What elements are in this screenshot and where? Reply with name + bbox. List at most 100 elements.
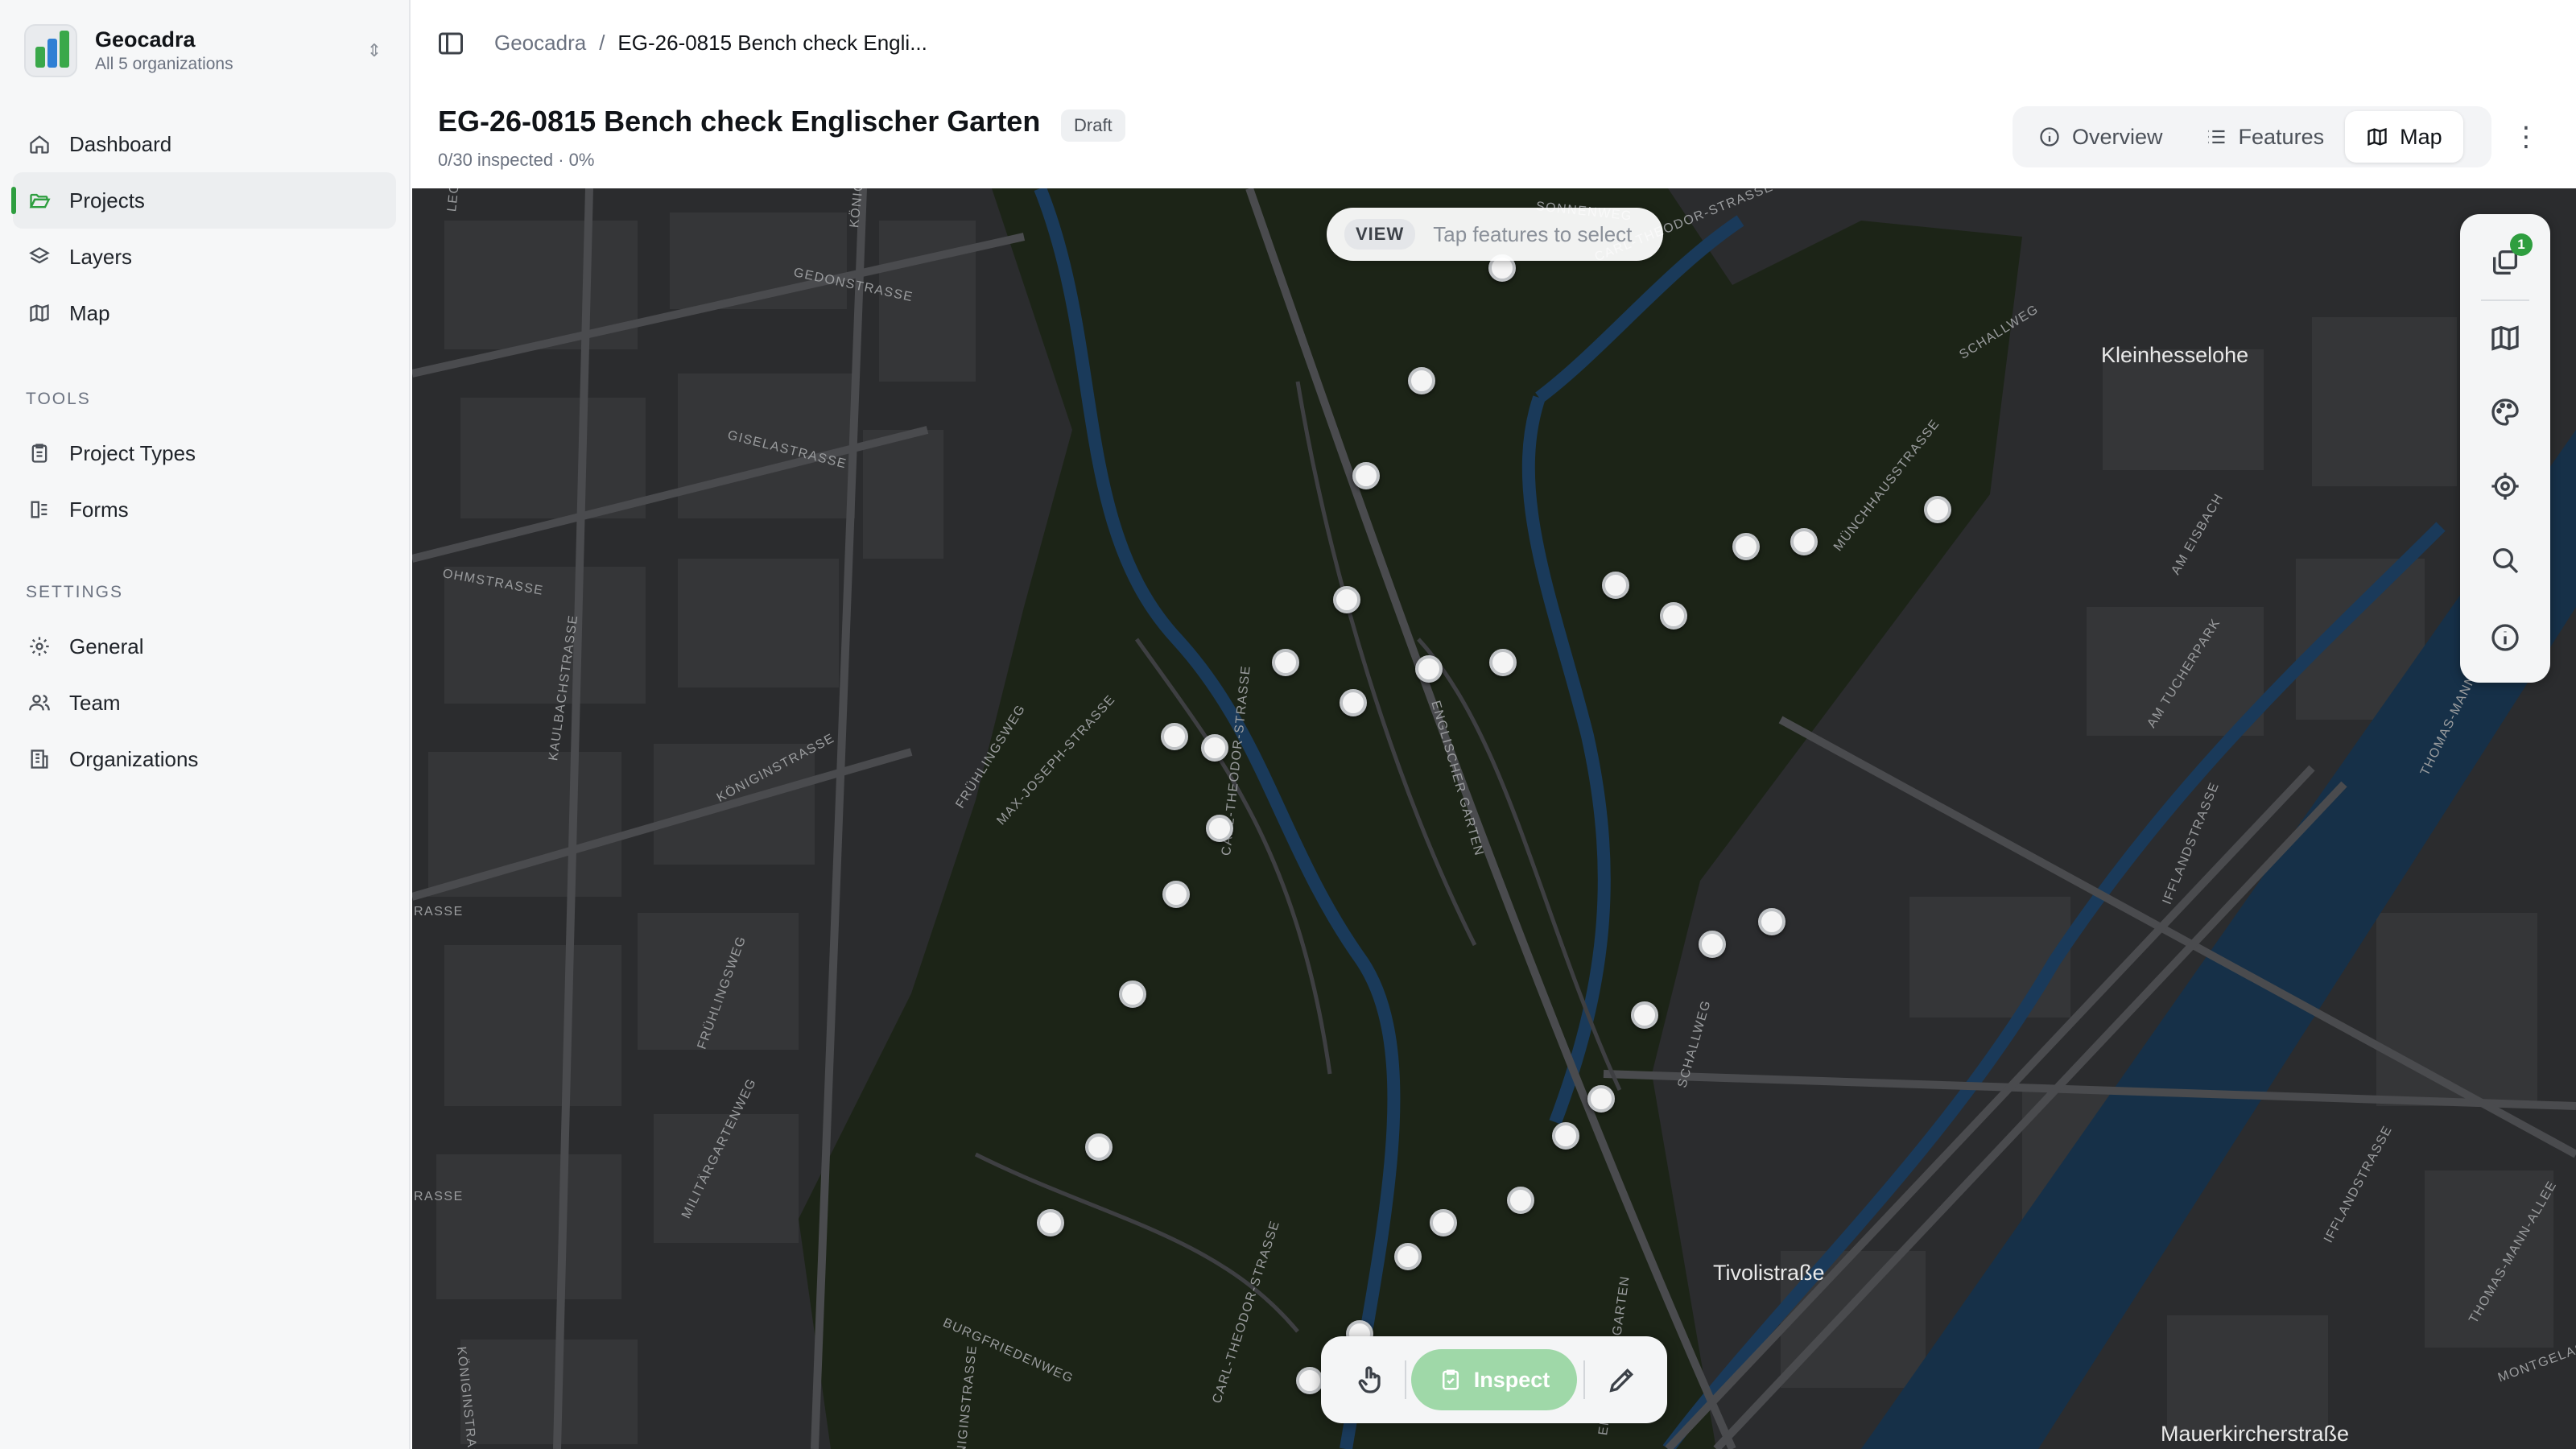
sidebar-item-map[interactable]: Map: [13, 285, 396, 341]
map-icon: [27, 301, 52, 325]
feature-marker[interactable]: [1201, 734, 1228, 762]
chevron-up-down-icon: ⇕: [366, 40, 382, 60]
feature-marker[interactable]: [1296, 1367, 1323, 1394]
edit-tool-button[interactable]: [1595, 1352, 1649, 1407]
feature-marker[interactable]: [1085, 1133, 1113, 1161]
palette-icon: [2491, 398, 2519, 426]
sidebar-item-project-types[interactable]: Project Types: [13, 425, 396, 481]
breadcrumb-root-link[interactable]: Geocadra: [494, 31, 586, 56]
street-label: RASSE: [414, 905, 464, 919]
gear-icon: [27, 634, 52, 658]
view-tabs: Overview Features Map: [2013, 106, 2491, 167]
feature-marker[interactable]: [1408, 367, 1435, 394]
locate-me-button[interactable]: [2481, 462, 2529, 510]
form-icon: [27, 497, 52, 522]
place-label-tivolistrasse: Tivolistraße: [1713, 1261, 1825, 1285]
feature-marker[interactable]: [1924, 496, 1951, 523]
feature-marker[interactable]: [1790, 528, 1818, 555]
mode-hint: Tap features to select: [1433, 221, 1633, 246]
organization-scope: All 5 organizations: [95, 55, 233, 73]
toolbar-divider: [1405, 1360, 1406, 1399]
feature-marker[interactable]: [1161, 723, 1188, 750]
page-title: EG-26-0815 Bench check Englischer Garten: [438, 105, 1041, 138]
more-options-icon[interactable]: ⋮: [2510, 121, 2542, 156]
sidebar-item-label: Map: [69, 300, 110, 325]
feature-marker[interactable]: [1732, 533, 1760, 560]
tab-map[interactable]: Map: [2345, 111, 2463, 163]
place-label-mauerkircherstrasse: Mauerkircherstraße: [2161, 1422, 2350, 1446]
sidebar-item-layers[interactable]: Layers: [13, 229, 396, 285]
pencil-icon: [1609, 1368, 1634, 1393]
search-icon: [2493, 548, 2519, 574]
main-nav: Dashboard Projects Layers Map: [11, 116, 396, 341]
feature-marker[interactable]: [1602, 572, 1629, 599]
toolbar-divider: [1583, 1360, 1585, 1399]
sidebar-item-forms[interactable]: Forms: [13, 481, 396, 538]
map-mode-indicator: VIEW Tap features to select: [1327, 208, 1663, 261]
tab-label: Overview: [2072, 124, 2163, 149]
sidebar-item-label: General: [69, 634, 144, 658]
map-info-button[interactable]: [2481, 613, 2529, 662]
info-icon: [2040, 127, 2059, 147]
layers-panel-button[interactable]: 1: [2481, 233, 2533, 287]
tab-label: Features: [2238, 124, 2325, 149]
geocadra-logo: [24, 24, 77, 77]
top-bar: Geocadra / EG-26-0815 Bench check Engli.…: [412, 0, 2576, 89]
sidebar-item-label: Forms: [69, 497, 129, 522]
sidebar-toggle-icon[interactable]: [436, 29, 465, 58]
feature-marker[interactable]: [1631, 1001, 1658, 1029]
sidebar-item-dashboard[interactable]: Dashboard: [13, 116, 396, 172]
feature-marker[interactable]: [1660, 602, 1687, 630]
map-icon: [2368, 128, 2387, 146]
feature-marker[interactable]: [1552, 1122, 1579, 1150]
inspection-progress: 0/30 inspected · 0%: [438, 150, 595, 170]
feature-marker[interactable]: [1507, 1187, 1534, 1214]
organization-name: Geocadra: [95, 27, 196, 52]
clipboard-check-icon: [1442, 1369, 1459, 1390]
feature-marker[interactable]: [1206, 815, 1233, 842]
breadcrumb-current: EG-26-0815 Bench check Engli...: [617, 31, 927, 55]
tab-label: Map: [2400, 124, 2442, 149]
building-icon: [27, 747, 52, 771]
sidebar-item-general[interactable]: General: [13, 618, 396, 675]
pan-tool-button[interactable]: [1344, 1352, 1398, 1407]
feature-marker[interactable]: [1587, 1085, 1615, 1113]
list-icon: [2207, 130, 2225, 144]
basemap-button[interactable]: [2481, 314, 2529, 362]
feature-marker[interactable]: [1162, 881, 1190, 908]
sidebar-item-label: Organizations: [69, 746, 199, 771]
feature-marker[interactable]: [1415, 655, 1443, 683]
tab-features[interactable]: Features: [2184, 111, 2346, 163]
tools-nav: Project Types Forms: [13, 425, 396, 538]
inspect-button[interactable]: Inspect: [1411, 1349, 1577, 1410]
folder-open-icon: [27, 188, 52, 213]
map-controls: 1: [2460, 214, 2550, 683]
feature-marker[interactable]: [1758, 908, 1785, 935]
feature-marker[interactable]: [1489, 649, 1517, 676]
organization-switcher[interactable]: Geocadra All 5 organizations ⇕: [24, 23, 386, 79]
breadcrumb-separator: /: [599, 31, 605, 55]
sidebar-item-organizations[interactable]: Organizations: [13, 731, 396, 787]
feature-marker[interactable]: [1333, 586, 1360, 613]
feature-marker[interactable]: [1037, 1209, 1064, 1236]
tab-overview[interactable]: Overview: [2017, 111, 2184, 163]
feature-marker[interactable]: [1272, 649, 1299, 676]
sidebar: Geocadra All 5 organizations ⇕ Dashboard…: [0, 0, 411, 1449]
sidebar-item-team[interactable]: Team: [13, 675, 396, 731]
feature-marker[interactable]: [1352, 462, 1380, 489]
map-canvas[interactable]: Kleinhesselohe Tivolistraße Mauerkircher…: [412, 188, 2576, 1449]
map-search-button[interactable]: [2481, 536, 2529, 584]
feature-marker[interactable]: [1430, 1209, 1457, 1236]
home-icon: [27, 132, 52, 156]
feature-marker[interactable]: [1394, 1243, 1422, 1270]
sidebar-item-projects[interactable]: Projects: [11, 172, 396, 229]
feature-marker[interactable]: [1699, 931, 1726, 958]
street-label: RASSE: [414, 1190, 464, 1203]
hand-pointer-icon: [1358, 1366, 1381, 1393]
mode-badge: VIEW: [1344, 219, 1416, 250]
sidebar-item-label: Dashboard: [69, 131, 172, 156]
feature-marker[interactable]: [1119, 980, 1146, 1008]
style-button[interactable]: [2481, 388, 2529, 436]
sidebar-item-label: Project Types: [69, 440, 196, 465]
feature-marker[interactable]: [1340, 689, 1367, 716]
